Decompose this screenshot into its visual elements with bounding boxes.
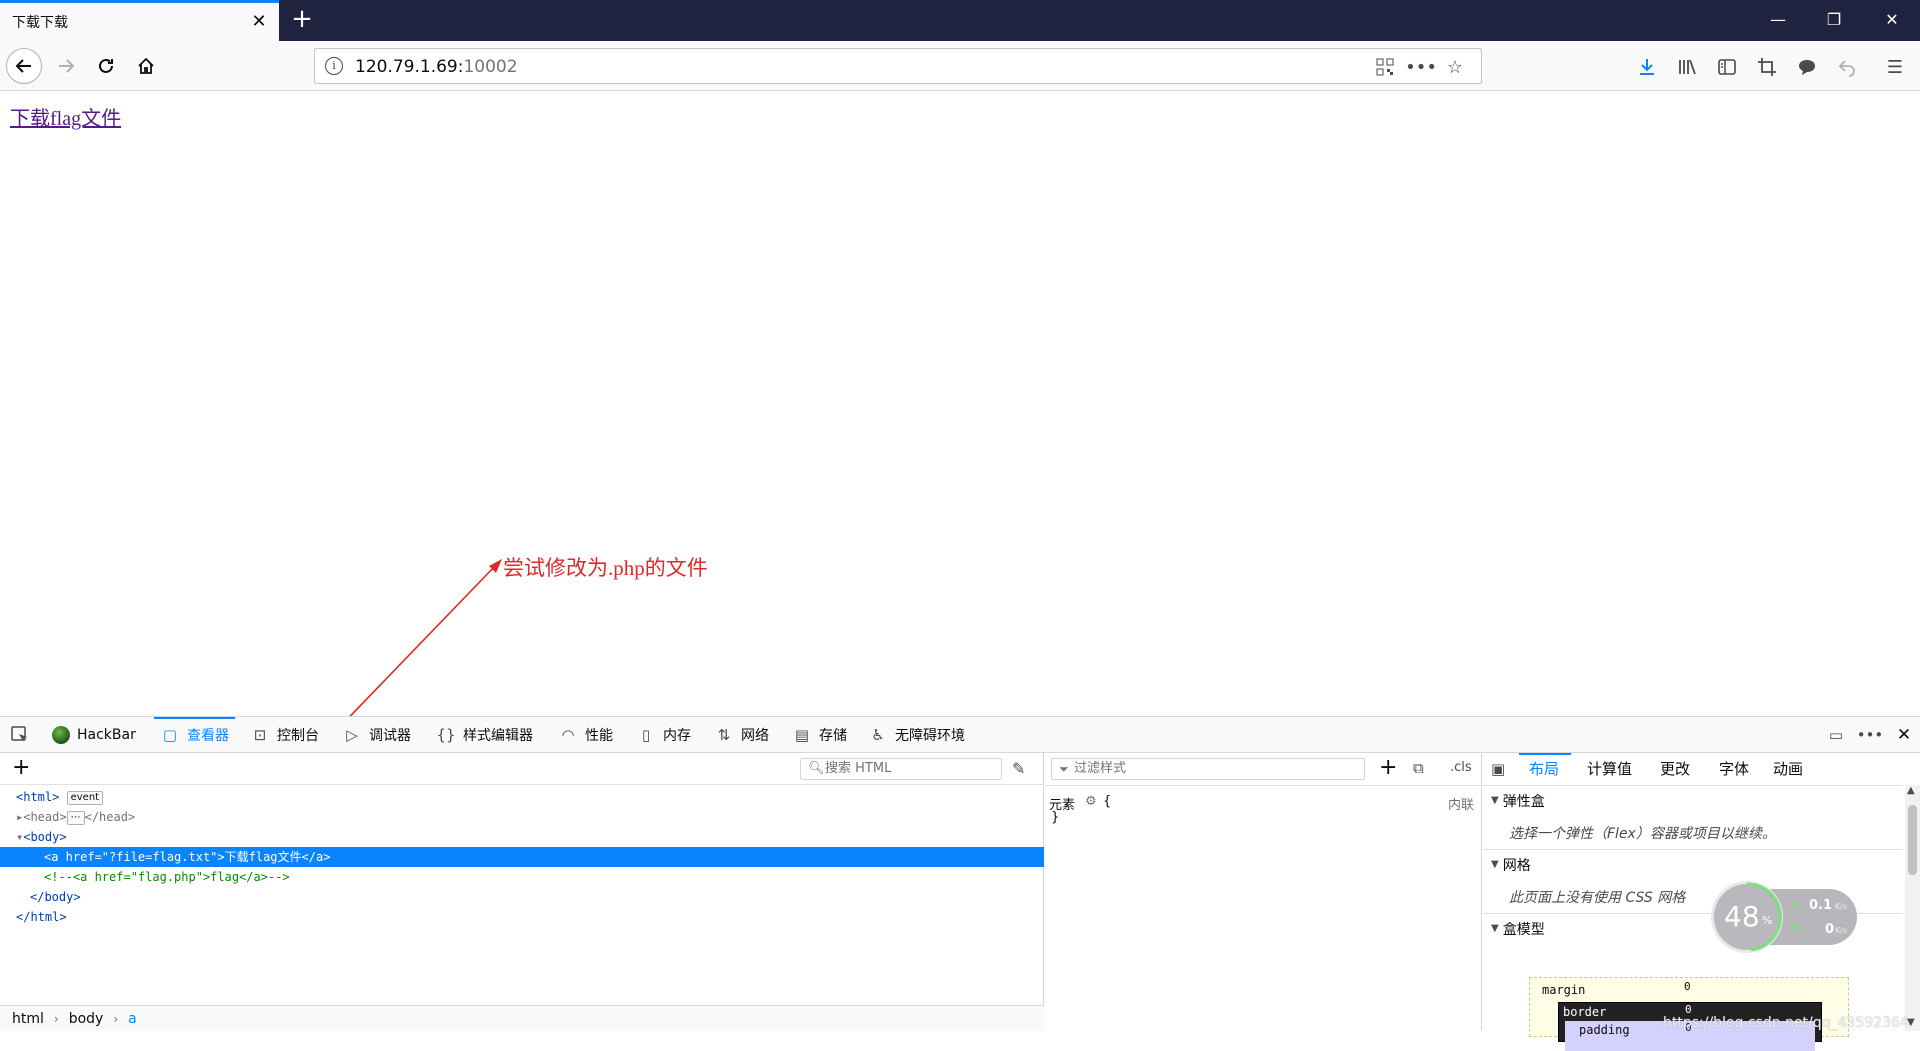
- tab-changes[interactable]: 更改: [1660, 753, 1690, 785]
- layout-pane: ▣ 布局 计算值 更改 字体 动画 ▼ 弹性盒 选择一个弹性（Flex）容器或项目…: [1483, 753, 1920, 1051]
- network-icon: ⇅: [717, 726, 731, 744]
- chevron-right-icon: ›: [53, 1011, 59, 1026]
- breadcrumb: html › body › a: [0, 1005, 1044, 1031]
- storage-icon: ▤: [794, 726, 810, 744]
- tab-hackbar[interactable]: HackBar: [52, 717, 136, 753]
- markup-html-open[interactable]: <html> event: [0, 787, 1044, 807]
- filter-styles-input[interactable]: 过滤样式: [1051, 758, 1365, 780]
- expand-icon: ▼: [1491, 859, 1499, 870]
- hackbar-icon: [52, 726, 70, 744]
- dock-side-icon[interactable]: ▭: [1826, 717, 1846, 753]
- debugger-icon: ▷: [346, 726, 358, 744]
- chevron-right-icon: ›: [113, 1011, 119, 1026]
- style-editor-icon: {}: [436, 726, 456, 744]
- tab-console[interactable]: ⊡ 控制台: [250, 717, 319, 753]
- tab-debugger[interactable]: ▷ 调试器: [342, 717, 411, 753]
- rule-brace-close: }: [1051, 810, 1060, 825]
- add-node-icon[interactable]: +: [12, 755, 30, 780]
- markup-body-close[interactable]: </body>: [0, 887, 1044, 907]
- upload-arrow-icon: ▲: [1793, 900, 1800, 910]
- markup-html-close[interactable]: </html>: [0, 907, 1044, 927]
- breadcrumb-html[interactable]: html: [12, 1011, 44, 1027]
- devtools-more-icon[interactable]: •••: [1857, 717, 1884, 753]
- grid-description: 此页面上没有使用 CSS 网格: [1509, 890, 1686, 906]
- toggle-pseudo-class-icon[interactable]: ⧉: [1413, 759, 1424, 777]
- memory-icon: ▯: [641, 726, 651, 744]
- rules-pane: ⏷ 过滤样式 + ⧉ .cls 元素 ⚙ { } 内联: [1045, 753, 1482, 1031]
- tab-network[interactable]: ⇅ 网络: [714, 717, 769, 753]
- tab-memory[interactable]: ▯ 内存: [636, 717, 691, 753]
- tab-fonts[interactable]: 字体: [1719, 753, 1749, 785]
- markup-head[interactable]: ▸<head> ⋯ </head>: [0, 807, 1044, 827]
- performance-icon: ◠: [561, 726, 575, 744]
- devtools-panel: HackBar ▢ 查看器 ⊡ 控制台 ▷ 调试器 {} 样式编辑器 ◠ 性能 ▯ 内存 ⇅…: [0, 716, 1920, 1051]
- eyedropper-icon[interactable]: ✎: [1012, 759, 1025, 778]
- collapsed-icon[interactable]: ⋯: [66, 811, 85, 825]
- breadcrumb-a[interactable]: a: [128, 1011, 137, 1027]
- tab-animations[interactable]: 动画: [1773, 753, 1803, 785]
- speed-gauge[interactable]: 48 %: [1711, 881, 1783, 953]
- scroll-up-icon: ▲: [1907, 785, 1915, 796]
- devtools-close-icon[interactable]: ✕: [1894, 717, 1914, 753]
- markup-selected-anchor[interactable]: <a href="?file=flag.txt">下载flag文件</a>: [0, 847, 1044, 867]
- layout-scrollbar[interactable]: ▲ ▼: [1905, 785, 1920, 1031]
- tab-accessibility[interactable]: ♿ 无障碍环境: [868, 717, 965, 753]
- console-icon: ⊡: [253, 726, 267, 744]
- flexbox-section-header[interactable]: ▼ 弹性盒: [1483, 785, 1903, 815]
- accessibility-icon: ♿: [871, 726, 885, 744]
- event-badge[interactable]: event: [66, 791, 104, 805]
- element-picker-icon[interactable]: [10, 717, 30, 753]
- inline-label: 内联: [1448, 798, 1475, 813]
- cls-button[interactable]: .cls: [1450, 760, 1472, 775]
- markup-pane: + 🔍︎ 搜索 HTML ✎ <html> event ▸<head> ⋯ </he…: [0, 753, 1044, 1031]
- rule-brace-open: {: [1103, 794, 1112, 809]
- tab-storage[interactable]: ▤ 存储: [792, 717, 847, 753]
- scrollbar-thumb[interactable]: [1908, 805, 1917, 875]
- markup-body-open[interactable]: ▾<body>: [0, 827, 1044, 847]
- tab-inspector[interactable]: ▢ 查看器: [154, 717, 235, 753]
- grid-section-header[interactable]: ▼ 网格: [1483, 849, 1903, 879]
- tab-layout[interactable]: 布局: [1529, 753, 1559, 785]
- flexbox-description: 选择一个弹性（Flex）容器或项目以继续。: [1509, 826, 1776, 842]
- markup-comment[interactable]: <!--<a href="flag.php">flag</a>-->: [0, 867, 1044, 887]
- expand-icon: ▼: [1491, 923, 1499, 934]
- download-arrow-icon: ▼: [1793, 924, 1800, 934]
- tab-computed[interactable]: 计算值: [1587, 753, 1632, 785]
- add-rule-icon[interactable]: +: [1379, 755, 1397, 780]
- expand-icon: ▼: [1491, 795, 1499, 806]
- inspector-icon: ▢: [162, 726, 178, 744]
- watermark: https://blog.csdn.net/qq_43592364: [1663, 1015, 1909, 1031]
- search-html-input[interactable]: 搜索 HTML: [800, 758, 1002, 780]
- devtools-toolbar: HackBar ▢ 查看器 ⊡ 控制台 ▷ 调试器 {} 样式编辑器 ◠ 性能 ▯ 内存 ⇅…: [0, 717, 1920, 753]
- markup-toolbar: + 🔍︎ 搜索 HTML ✎: [0, 753, 1044, 785]
- tab-performance[interactable]: ◠ 性能: [558, 717, 613, 753]
- gear-icon[interactable]: ⚙: [1085, 794, 1097, 809]
- toggle-sidebar-icon[interactable]: ▣: [1491, 760, 1505, 778]
- breadcrumb-body[interactable]: body: [69, 1011, 104, 1027]
- tab-style-editor[interactable]: {} 样式编辑器: [436, 717, 533, 753]
